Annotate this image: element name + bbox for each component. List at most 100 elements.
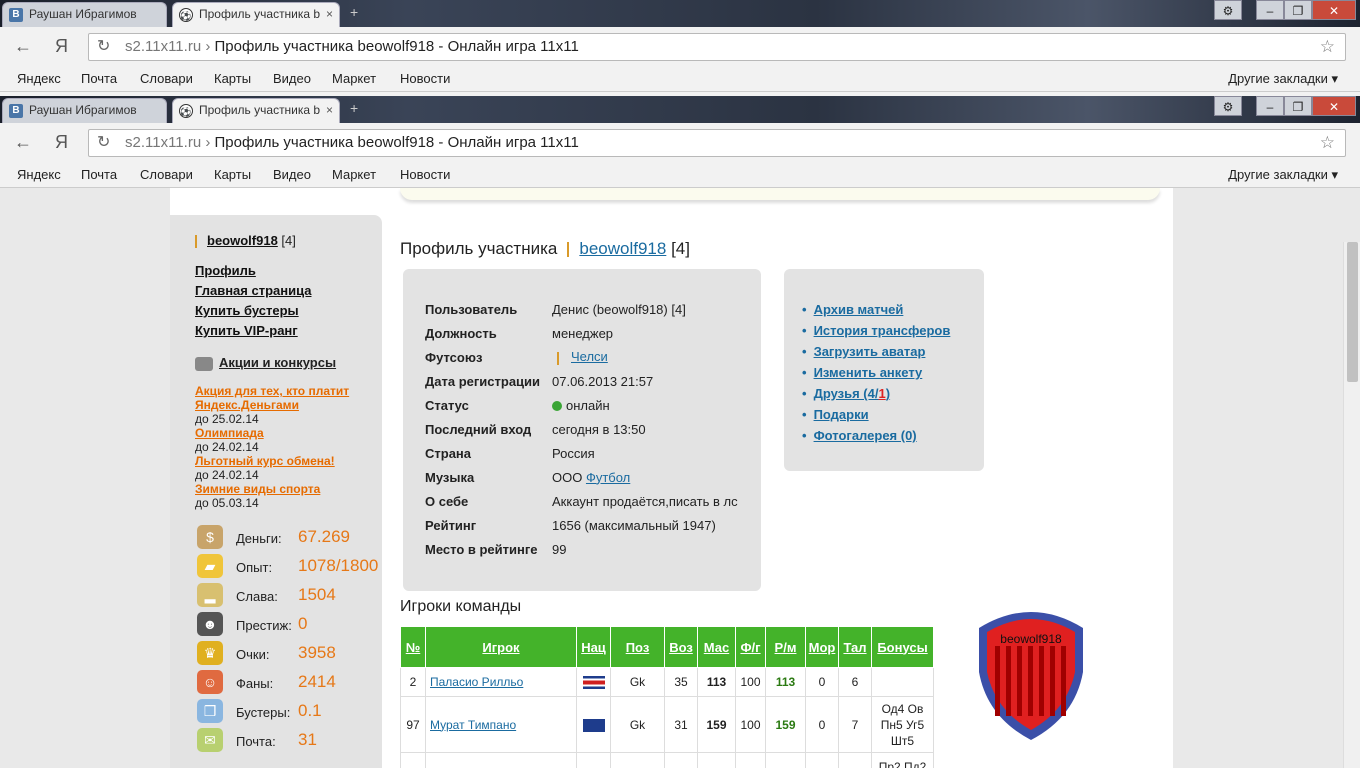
sidebar-link-profile[interactable]: Профиль: [195, 263, 311, 283]
maximize-button[interactable]: ❐: [1284, 96, 1312, 116]
minimize-button[interactable]: –: [1256, 0, 1284, 20]
bookmark-item[interactable]: Карты: [214, 69, 251, 89]
other-bookmarks[interactable]: Другие закладки ▾: [1228, 69, 1338, 89]
link-gifts[interactable]: Подарки: [802, 407, 950, 428]
column-header[interactable]: Р/м: [765, 626, 806, 668]
bookmark-item[interactable]: Новости: [400, 165, 450, 185]
friends-prefix[interactable]: Друзья (4/: [814, 386, 879, 401]
close-tab-icon[interactable]: ×: [326, 99, 333, 122]
player-name-link[interactable]: Мурат Тимпано: [430, 718, 516, 732]
address-bar[interactable]: ↻ s2.11x11.ru › Профиль участника beowol…: [88, 129, 1346, 157]
bookmark-item[interactable]: Почта: [81, 69, 117, 89]
link-text[interactable]: Архив матчей: [814, 302, 904, 317]
sidebar-link-home[interactable]: Главная страница: [195, 283, 311, 303]
bookmark-item[interactable]: Словари: [140, 165, 193, 185]
bookmark-item[interactable]: Словари: [140, 69, 193, 89]
tab-profile[interactable]: ⚽ Профиль участника b ×: [172, 98, 340, 123]
column-header[interactable]: Ф/г: [735, 626, 766, 668]
bookmark-item[interactable]: Карты: [214, 165, 251, 185]
gear-icon[interactable]: ⚙: [1214, 0, 1242, 20]
column-header[interactable]: Нац: [576, 626, 611, 668]
cell-bonus: Пр2 Пд2: [871, 752, 934, 768]
bookmark-item[interactable]: Маркет: [332, 165, 376, 185]
bookmark-star-icon[interactable]: ☆: [1320, 34, 1335, 60]
players-table: № Игрок Нац Поз Воз Мас Ф/г Р/м Мор Тал Бонусы 2 Па…: [400, 626, 934, 768]
close-tab-icon[interactable]: ×: [326, 3, 333, 26]
column-header[interactable]: Воз: [664, 626, 698, 668]
bookmark-star-icon[interactable]: ☆: [1320, 130, 1335, 156]
link-text[interactable]: История трансферов: [814, 323, 951, 338]
bookmark-item[interactable]: Видео: [273, 165, 311, 185]
sidebar-link-buy-vip[interactable]: Купить VIP-ранг: [195, 323, 311, 343]
address-bar[interactable]: ↻ s2.11x11.ru › Профиль участника beowol…: [88, 33, 1346, 61]
back-icon[interactable]: ←: [14, 132, 32, 153]
tab-vk[interactable]: В Раушан Ибрагимов: [2, 98, 167, 123]
field-value: 07.06.2013 21:57: [552, 369, 738, 393]
event-title[interactable]: Льготный курс обмена!: [195, 454, 380, 468]
column-header[interactable]: Мор: [805, 626, 839, 668]
title-username[interactable]: beowolf918: [579, 239, 666, 258]
cell-name[interactable]: Мурат Тимпано: [425, 696, 577, 753]
link-text[interactable]: Фотогалерея (0): [814, 428, 917, 443]
close-window-button[interactable]: ✕: [1312, 96, 1356, 116]
field-value: Россия: [552, 441, 738, 465]
friends-requests-count[interactable]: 1: [878, 386, 885, 401]
link-transfer-history[interactable]: История трансферов: [802, 323, 951, 344]
scrollbar-thumb[interactable]: [1347, 242, 1358, 382]
table-row: Пр2 Пд2: [400, 752, 934, 768]
link-photo-gallery[interactable]: Фотогалерея (0): [802, 428, 950, 449]
other-bookmarks[interactable]: Другие закладки ▾: [1228, 165, 1338, 185]
tab-vk[interactable]: В Раушан Ибрагимов: [2, 2, 167, 27]
friends-suffix[interactable]: ): [886, 386, 890, 401]
column-header[interactable]: Поз: [610, 626, 665, 668]
promo-link[interactable]: Акции и конкурсы: [195, 355, 336, 371]
column-header[interactable]: Игрок: [425, 626, 577, 668]
bookmark-item[interactable]: Почта: [81, 165, 117, 185]
event-title[interactable]: Олимпиада: [195, 426, 380, 440]
sidebar-link-buy-boosters[interactable]: Купить бустеры: [195, 303, 311, 323]
link-friends[interactable]: Друзья (4/1): [802, 386, 950, 407]
stat-value: 3958: [298, 643, 336, 662]
link-text[interactable]: Подарки: [814, 407, 869, 422]
scrollbar[interactable]: [1343, 242, 1360, 768]
column-header[interactable]: №: [400, 626, 426, 668]
bookmark-item[interactable]: Яндекс: [17, 165, 61, 185]
maximize-button[interactable]: ❐: [1284, 0, 1312, 20]
minimize-button[interactable]: –: [1256, 96, 1284, 116]
link-text[interactable]: Загрузить аватар: [814, 344, 926, 359]
bookmark-item[interactable]: Маркет: [332, 69, 376, 89]
bookmark-item[interactable]: Видео: [273, 69, 311, 89]
column-header[interactable]: Мас: [697, 626, 736, 668]
reload-icon[interactable]: ↻: [97, 130, 110, 156]
field-label: Пользователь: [425, 301, 518, 317]
link-match-archive[interactable]: Архив матчей: [802, 302, 950, 323]
yandex-icon[interactable]: Я: [55, 132, 68, 153]
column-header[interactable]: Бонусы: [871, 626, 934, 668]
tab-profile[interactable]: ⚽ Профиль участника b ×: [172, 2, 340, 27]
back-icon[interactable]: ←: [14, 36, 32, 57]
player-name-link[interactable]: Паласио Рилльо: [430, 675, 523, 689]
close-window-button[interactable]: ✕: [1312, 0, 1356, 20]
yandex-icon[interactable]: Я: [55, 36, 68, 57]
gear-icon[interactable]: ⚙: [1214, 96, 1242, 116]
reload-icon[interactable]: ↻: [97, 34, 110, 60]
profile-links: Архив матчей История трансферов Загрузит…: [802, 302, 951, 449]
cell-name[interactable]: Паласио Рилльо: [425, 667, 577, 697]
field-link[interactable]: Челси: [571, 349, 608, 364]
link-edit-profile[interactable]: Изменить анкету: [802, 365, 950, 386]
event-title[interactable]: Зимние виды спорта: [195, 482, 380, 496]
bookmark-item[interactable]: Яндекс: [17, 69, 61, 89]
cell-name[interactable]: [425, 752, 577, 768]
link-upload-avatar[interactable]: Загрузить аватар: [802, 344, 950, 365]
field-link[interactable]: Футбол: [586, 470, 630, 485]
browser-chrome-2: В Раушан Ибрагимов ⚽ Профиль участника b × …: [0, 96, 1360, 188]
bookmark-item[interactable]: Новости: [400, 69, 450, 89]
table-row: 2 Паласио Рилльо Gk 35 113 100 113 0 6: [400, 667, 934, 697]
column-header[interactable]: Тал: [838, 626, 872, 668]
field-text: Россия: [552, 445, 595, 461]
new-tab-button[interactable]: +: [350, 100, 368, 116]
event-title[interactable]: Акция для тех, кто платит Яндекс.Деньгам…: [195, 384, 380, 412]
link-text[interactable]: Изменить анкету: [814, 365, 923, 380]
sidebar-username[interactable]: beowolf918: [207, 233, 278, 248]
new-tab-button[interactable]: +: [350, 4, 368, 20]
